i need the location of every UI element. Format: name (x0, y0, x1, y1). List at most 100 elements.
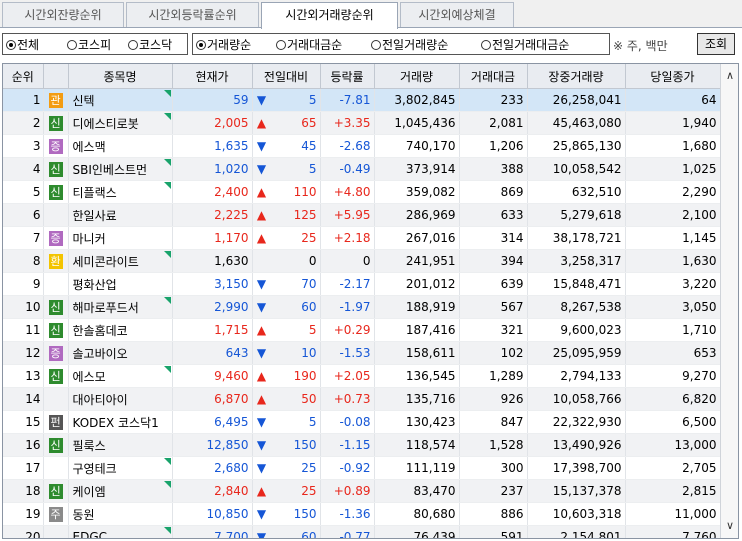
down-arrow-icon: ▼ (256, 277, 267, 291)
tab-afterhours-expected-execution[interactable]: 시간외예상체결 (400, 2, 514, 27)
table-row[interactable]: 11 신 한솔홈데코 1,715 ▲ 5 +0.29 187,416 321 9,600,023 1… (3, 318, 721, 342)
cell-change: ▲ 25 (252, 226, 321, 250)
cell-volume: 241,951 (374, 249, 460, 273)
table-row[interactable]: 15 펀 KODEX 코스닥1 6,495 ▼ 5 -0.08 130,423 847 22,32… (3, 410, 721, 434)
cell-intraday-volume: 45,463,080 (527, 111, 626, 135)
cell-change: ▲ 25 (252, 479, 321, 503)
table-row[interactable]: 8 환 세미콘라이트 1,630 0 0 241,951 394 3,258,317 1,630 (3, 249, 721, 273)
badge-alert-icon: 환 (48, 253, 63, 269)
change-value: 50 (301, 392, 317, 406)
cell-change-rate: -1.97 (320, 295, 375, 319)
table-row[interactable]: 2 신 디에스티로봇 2,005 ▲ 65 +3.35 1,045,436 2,081 45,46… (3, 111, 721, 135)
flag-corner-icon (163, 297, 171, 304)
cell-change: ▼ 150 (252, 502, 321, 526)
scroll-down-icon[interactable]: ∨ (721, 516, 738, 536)
flag-corner-icon (163, 159, 171, 166)
header-close-price[interactable]: 당일종가 (625, 64, 721, 89)
header-market-badge (43, 64, 69, 89)
tab-afterhours-volume-rank[interactable]: 시간외거래량순위 (261, 2, 398, 29)
table-row[interactable]: 10 신 해마로푸드서 2,990 ▼ 60 -1.97 188,919 567 8,267,53… (3, 295, 721, 319)
down-arrow-icon: ▼ (256, 162, 267, 176)
table-row[interactable]: 13 신 에스모 9,460 ▲ 190 +2.05 136,545 1,289 2,794,13… (3, 364, 721, 388)
table-row[interactable]: 18 신 케이엠 2,840 ▲ 25 +0.89 83,470 237 15,137,378 2,… (3, 479, 721, 503)
table-row[interactable]: 20 EDGC 7,700 ▼ 60 -0.77 76,439 591 2,154,801 7,7… (3, 525, 721, 538)
cell-close-price: 1,680 (625, 134, 721, 158)
cell-change: ▲ 190 (252, 364, 321, 388)
cell-change: ▼ 60 (252, 295, 321, 319)
cell-intraday-volume: 2,794,133 (527, 364, 626, 388)
market-radio-all[interactable]: 전체 (6, 37, 39, 53)
cell-change: ▼ 60 (252, 525, 321, 538)
cell-trade-amount: 886 (459, 502, 528, 526)
scroll-up-icon[interactable]: ∧ (721, 66, 738, 86)
cell-trade-amount: 869 (459, 180, 528, 204)
tab-afterhours-remaining-rank[interactable]: 시간외잔량순위 (2, 2, 124, 27)
header-current-price[interactable]: 현재가 (172, 64, 253, 89)
cell-change: ▼ 5 (252, 410, 321, 434)
cell-current-price: 9,460 (172, 364, 253, 388)
cell-change: ▲ 110 (252, 180, 321, 204)
cell-trade-amount: 1,289 (459, 364, 528, 388)
table-row[interactable]: 17 구영테크 2,680 ▼ 25 -0.92 111,119 300 17,398,700 2… (3, 456, 721, 480)
header-rank[interactable]: 순위 (3, 64, 44, 89)
table-row[interactable]: 3 증 에스맥 1,635 ▼ 45 -2.68 740,170 1,206 25,865,130… (3, 134, 721, 158)
sort-radio-prev-amount[interactable]: 전일거래대금순 (481, 37, 569, 53)
table-row[interactable]: 1 관 신텍 59 ▼ 5 -7.81 3,802,845 233 26,258,041 64 (3, 88, 721, 112)
sort-radio-prev-volume[interactable]: 전일거래량순 (371, 37, 448, 53)
cell-badge (43, 525, 69, 538)
query-button[interactable]: 조회 (697, 33, 735, 55)
header-trade-amount[interactable]: 거래대금 (459, 64, 528, 89)
cell-intraday-volume: 10,058,542 (527, 157, 626, 181)
table-row[interactable]: 12 증 솔고바이오 643 ▼ 10 -1.53 158,611 102 25,095,959 6… (3, 341, 721, 365)
cell-badge: 환 (43, 249, 69, 273)
table-row[interactable]: 14 대아티아이 6,870 ▲ 50 +0.73 135,716 926 10,058,766… (3, 387, 721, 411)
market-radio-kospi[interactable]: 코스피 (67, 37, 111, 53)
cell-stock-name: 한솔홈데코 (68, 318, 173, 342)
cell-change-rate: +0.89 (320, 479, 375, 503)
header-intraday-volume[interactable]: 장중거래량 (527, 64, 626, 89)
cell-volume: 201,012 (374, 272, 460, 296)
cell-volume: 3,802,845 (374, 88, 460, 112)
table-row[interactable]: 5 신 티플랙스 2,400 ▲ 110 +4.80 359,082 869 632,510 2,2… (3, 180, 721, 204)
down-arrow-icon: ▼ (256, 300, 267, 314)
cell-intraday-volume: 25,095,959 (527, 341, 626, 365)
table-row[interactable]: 16 신 필룩스 12,850 ▼ 150 -1.15 118,574 1,528 13,490,… (3, 433, 721, 457)
badge-credit-icon: 신 (48, 299, 63, 315)
sort-radio-amount[interactable]: 거래대금순 (276, 37, 342, 53)
cell-trade-amount: 394 (459, 249, 528, 273)
cell-change-rate: -0.49 (320, 157, 375, 181)
cell-change-rate: +4.80 (320, 180, 375, 204)
change-value: 25 (301, 461, 317, 475)
table-row[interactable]: 9 평화산업 3,150 ▼ 70 -2.17 201,012 639 15,848,471 3,… (3, 272, 721, 296)
table-row[interactable]: 4 신 SBI인베스트먼 1,020 ▼ 5 -0.49 373,914 388 10,058,5… (3, 157, 721, 181)
table-row[interactable]: 7 증 마니커 1,170 ▲ 25 +2.18 267,016 314 38,178,721 1,… (3, 226, 721, 250)
table-row[interactable]: 6 한일사료 2,225 ▲ 125 +5.95 286,969 633 5,279,618 2,… (3, 203, 721, 227)
badge-margin-icon: 증 (48, 345, 63, 361)
stock-name-label: 에스맥 (72, 139, 106, 154)
tab-afterhours-change-rate-rank[interactable]: 시간외등락률순위 (126, 2, 259, 27)
radio-icon (481, 40, 491, 50)
flag-corner-icon (163, 113, 171, 120)
header-change[interactable]: 전일대비 (252, 64, 321, 89)
cell-badge: 펀 (43, 410, 69, 434)
sort-radio-volume[interactable]: 거래량순 (196, 37, 251, 53)
cell-badge (43, 272, 69, 296)
cell-intraday-volume: 632,510 (527, 180, 626, 204)
cell-intraday-volume: 17,398,700 (527, 456, 626, 480)
cell-stock-name: 신텍 (68, 88, 173, 112)
cell-volume: 187,416 (374, 318, 460, 342)
cell-rank: 5 (3, 180, 44, 204)
header-volume[interactable]: 거래량 (374, 64, 460, 89)
header-stock-name[interactable]: 종목명 (68, 64, 173, 89)
cell-volume: 136,545 (374, 364, 460, 388)
cell-badge: 신 (43, 479, 69, 503)
market-radio-kosdaq[interactable]: 코스닥 (128, 37, 172, 53)
header-change-rate[interactable]: 등락률 (320, 64, 375, 89)
table-row[interactable]: 19 주 동원 10,850 ▼ 150 -1.36 80,680 886 10,603,318 1… (3, 502, 721, 526)
vertical-scrollbar[interactable]: ∧ ∨ (720, 64, 738, 538)
cell-badge: 신 (43, 157, 69, 181)
cell-intraday-volume: 9,600,023 (527, 318, 626, 342)
cell-change: ▲ 65 (252, 111, 321, 135)
cell-intraday-volume: 13,490,926 (527, 433, 626, 457)
cell-change: ▼ 5 (252, 157, 321, 181)
